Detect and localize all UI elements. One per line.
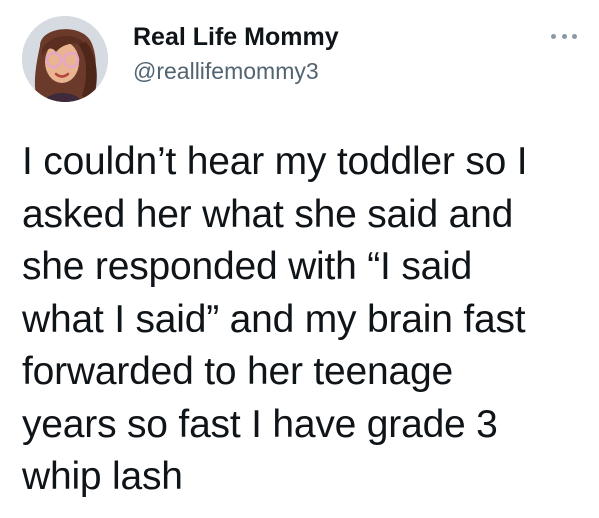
author-block: Real Life Mommy @reallifemommy3 [133, 22, 339, 86]
more-dot [572, 33, 577, 39]
tweet-text-line: asked her what she said and [22, 192, 514, 236]
tweet-text-line: forwarded to her teenage [22, 350, 453, 393]
tweet-card: Real Life Mommy @reallifemommy3 I couldn… [0, 0, 599, 518]
more-options-icon[interactable] [551, 32, 577, 40]
tweet-text-line: she responded with “I said [22, 245, 473, 288]
avatar[interactable] [22, 16, 108, 102]
avatar-illustration [22, 16, 108, 102]
tweet-text: I couldn’t hear my toddler so I asked he… [22, 136, 582, 504]
tweet-text-line: whip lash [22, 455, 183, 498]
more-dot [551, 33, 556, 39]
tweet-text-line: I couldn’t hear my toddler so I [22, 140, 528, 183]
more-dot [561, 33, 567, 39]
tweet-text-line: years so fast I have grade 3 [22, 402, 498, 446]
author-display-name[interactable]: Real Life Mommy [133, 22, 339, 52]
author-handle[interactable]: @reallifemommy3 [133, 56, 339, 86]
tweet-text-line: what I said” and my brain fast [22, 297, 526, 341]
